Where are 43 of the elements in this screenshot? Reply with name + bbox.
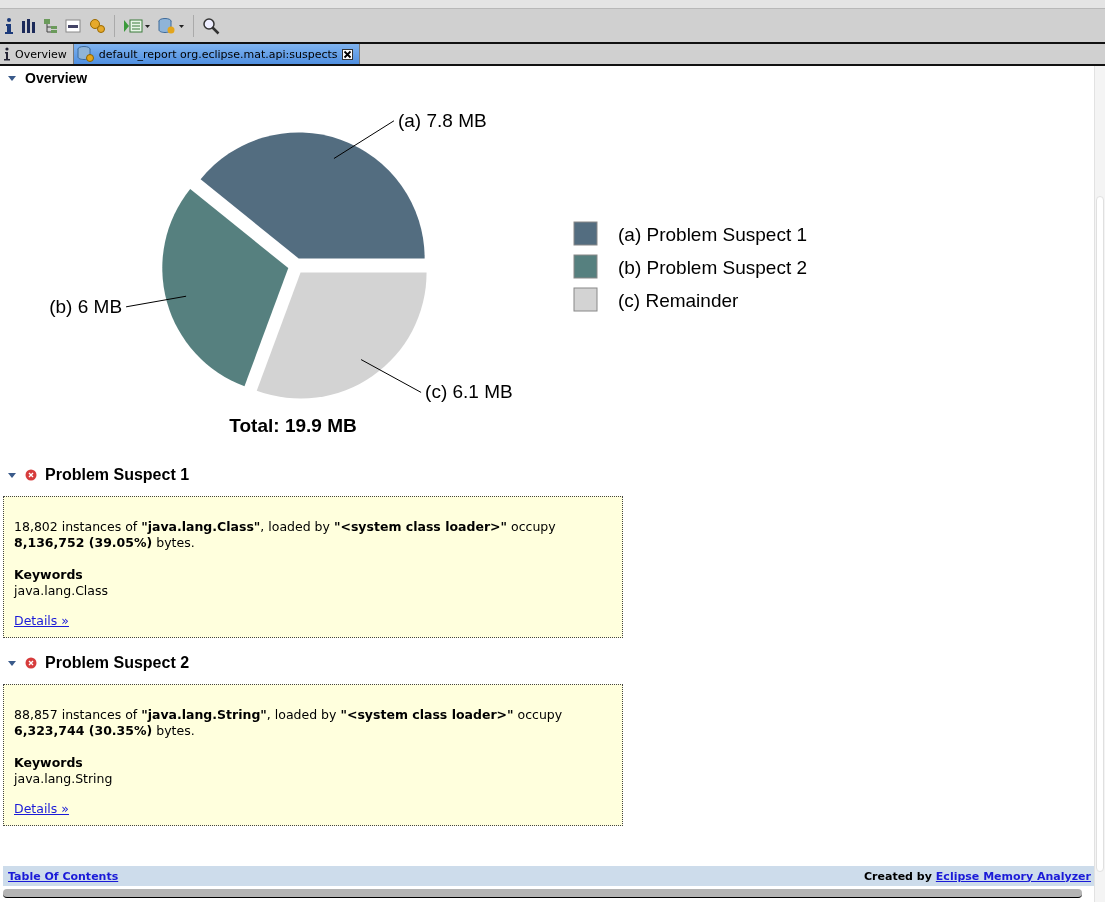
keywords-text: java.lang.Class (14, 583, 109, 599)
keywords-heading: Keywords (14, 755, 84, 771)
section-title: Overview (25, 70, 88, 86)
keywords-text: java.lang.String (14, 771, 114, 787)
table-of-contents-link[interactable]: Table Of Contents (8, 869, 119, 883)
keywords-heading: Keywords (14, 567, 84, 583)
list-dropdown-icon[interactable] (123, 16, 151, 35)
leader-line (360, 359, 422, 393)
search-icon[interactable] (202, 16, 220, 35)
bar-chart-icon[interactable] (20, 16, 36, 35)
legend-label: (a) Problem Suspect 1 (618, 224, 808, 245)
chart-title: Total: 19.9 MB (229, 415, 357, 436)
leader-line (333, 120, 395, 159)
database-gear-icon (76, 46, 95, 62)
suspect-description: 18,802 instances of "java.lang.Class", loaded by "<system class loader>" occupy 8,136,752 (39.05%) bytes. (14, 519, 557, 551)
database-dropdown-icon[interactable] (157, 16, 185, 35)
tab-label: Overview (15, 47, 67, 61)
tab-label: default_report org.eclipse.mat.api:suspects (98, 47, 338, 61)
section-title: Problem Suspect 1 (45, 466, 190, 484)
close-icon[interactable] (341, 48, 353, 60)
details-link[interactable]: Details » (14, 801, 69, 816)
horizontal-scrollbar[interactable] (3, 889, 1082, 898)
slice-label: (c) 6.1 MB (425, 381, 513, 403)
suspect-description: 88,857 instances of "java.lang.String", loaded by "<system class loader>" occupy 6,323,744 (30.35%) bytes. (14, 707, 564, 739)
legend-label: (c) Remainder (618, 290, 739, 311)
details-link[interactable]: Details » (14, 613, 69, 628)
editor-tab[interactable]: default_report org.eclipse.mat.api:suspects (73, 44, 360, 64)
credit-text: Created by (864, 869, 932, 883)
slice-label: (a) 7.8 MB (397, 109, 487, 131)
editor-tab[interactable]: Overview (0, 44, 74, 64)
expand-triangle-icon[interactable] (7, 658, 17, 668)
slice-label: (b) 6 MB (49, 295, 123, 317)
expand-triangle-icon[interactable] (7, 73, 17, 83)
expand-triangle-icon[interactable] (7, 470, 17, 480)
eclipse-memory-analyzer-link[interactable]: Eclipse Memory Analyzer (935, 869, 1091, 883)
info-icon (3, 47, 11, 61)
vertical-scrollbar[interactable] (1096, 196, 1104, 872)
info-icon[interactable] (4, 16, 14, 35)
legend-label: (b) Problem Suspect 2 (618, 257, 808, 278)
leader-line (125, 295, 187, 308)
section-title: Problem Suspect 2 (45, 654, 190, 672)
error-icon (25, 469, 37, 481)
error-icon (25, 657, 37, 669)
